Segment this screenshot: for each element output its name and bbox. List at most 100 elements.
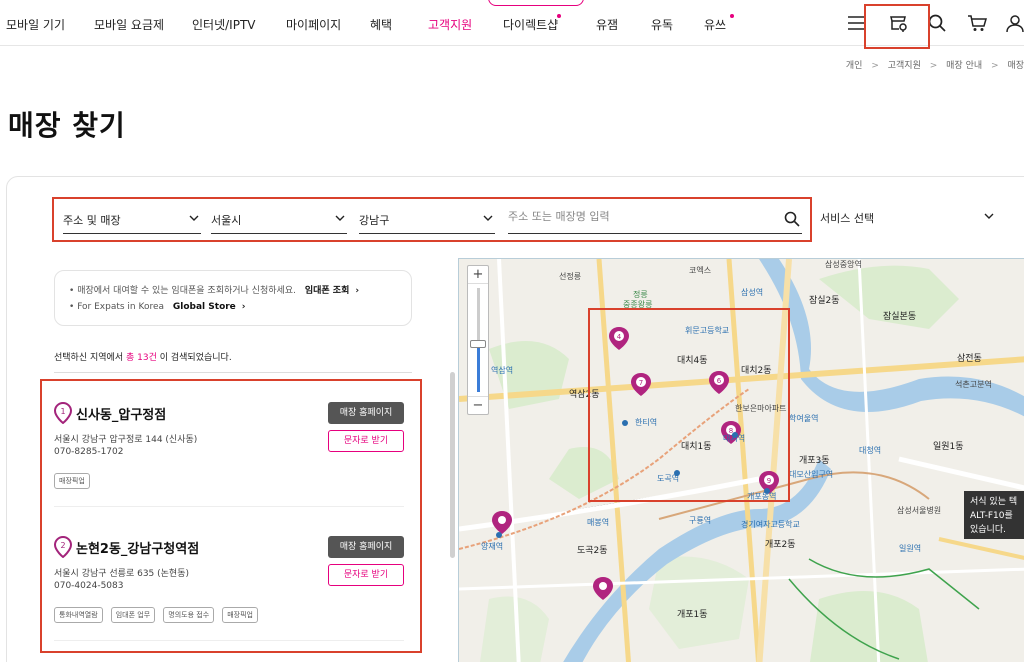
map-label: 개포동역: [747, 492, 777, 501]
top-nav: 모바일 기기 모바일 요금제 인터넷/IPTV 마이페이지 혜택 고객지원 다이…: [0, 0, 1024, 46]
map-label: 삼성서울병원: [897, 506, 942, 515]
nav-item-ujam[interactable]: 유잼: [596, 16, 618, 33]
search-input[interactable]: [508, 210, 778, 223]
svg-text:6: 6: [717, 377, 722, 385]
city-value: 서울시: [211, 214, 242, 227]
nav-item-yousseu[interactable]: 유쓰: [704, 16, 726, 33]
search-icon[interactable]: [784, 211, 800, 227]
zoom-in-button[interactable]: +: [468, 266, 488, 284]
store-name[interactable]: 신사동_압구정점: [76, 404, 166, 423]
map-label: 대치1동: [681, 442, 712, 452]
store-tag: 명의도용 접수: [163, 607, 215, 623]
nav-item-benefits[interactable]: 혜택: [370, 16, 392, 33]
store-address: 서울시 강남구 선릉로 635 (논현동): [54, 569, 190, 579]
map-label: 역삼역: [491, 366, 514, 375]
info-text-expats: For Expats in Korea: [77, 302, 165, 312]
store-homepage-button[interactable]: 매장 홈페이지: [328, 536, 404, 558]
store-homepage-button[interactable]: 매장 홈페이지: [328, 402, 404, 424]
nav-item-internet-iptv[interactable]: 인터넷/IPTV: [192, 16, 255, 33]
page-title: 매장 찾기: [8, 109, 126, 142]
zoom-slider-handle[interactable]: [470, 340, 486, 348]
search-icon[interactable]: [926, 12, 948, 34]
divider: [54, 372, 412, 373]
cart-icon[interactable]: [966, 12, 988, 34]
service-select[interactable]: 서비스 선택: [820, 204, 996, 232]
svg-text:9: 9: [767, 477, 771, 485]
map-label: 매봉역: [587, 518, 610, 527]
svg-text:1: 1: [60, 407, 65, 416]
map-label: 경기여자고등학교: [741, 520, 800, 529]
map-label: 선정릉: [559, 272, 582, 281]
store-icon[interactable]: [887, 12, 909, 34]
svg-text:4: 4: [617, 333, 622, 341]
zoom-out-button[interactable]: −: [468, 396, 488, 414]
category-value: 주소 및 매장: [63, 214, 121, 227]
map-label: 도곡역: [657, 474, 680, 483]
district-select[interactable]: 강남구: [359, 206, 495, 234]
nav-item-direct-shop[interactable]: 다이렉트샵: [503, 16, 558, 33]
chevron-down-icon: [984, 213, 994, 219]
store-address: 서울시 강남구 압구정로 144 (신사동): [54, 435, 198, 445]
nav-item-udok[interactable]: 유독: [651, 16, 673, 33]
map-pin-icon: 1: [54, 402, 72, 424]
promo-pill[interactable]: [488, 0, 584, 6]
send-sms-button[interactable]: 문자로 받기: [328, 430, 404, 452]
map-label: 잠실본동: [883, 312, 917, 322]
result-count-number: 총 13건: [125, 353, 157, 363]
nav-item-mobile-device[interactable]: 모바일 기기: [6, 16, 65, 33]
map-label: 개포3동: [799, 456, 830, 466]
nav-item-mobile-plan[interactable]: 모바일 요금제: [94, 16, 164, 33]
map-label: 대치4동: [677, 356, 708, 366]
chevron-right-icon: ›: [241, 302, 246, 312]
rental-phone-link[interactable]: 임대폰 조회: [305, 286, 350, 296]
search-field: [508, 206, 802, 234]
map-label: 코엑스: [689, 266, 712, 275]
svg-text:7: 7: [639, 379, 643, 387]
info-text-rental: 매장에서 대여할 수 있는 임대폰을 조회하거나 신청하세요.: [77, 286, 296, 296]
map-label: 휘문고등학교: [685, 326, 730, 335]
map-pin-icon: 2: [54, 536, 72, 558]
info-bullet: •: [69, 286, 75, 296]
user-icon[interactable]: [1004, 12, 1024, 34]
breadcrumb-item[interactable]: 매장: [1007, 61, 1024, 71]
chevron-right-icon: ›: [355, 286, 360, 296]
nav-item-support[interactable]: 고객지원: [428, 16, 472, 33]
map-label: 도곡2동: [577, 546, 608, 556]
map-label: 삼성역: [741, 288, 764, 297]
menu-icon[interactable]: [846, 12, 868, 34]
result-count: 선택하신 지역에서 총 13건 이 검색되었습니다.: [54, 353, 232, 363]
chevron-down-icon: [335, 215, 345, 221]
map-label: 한티역: [635, 418, 658, 427]
map-canvas: 4 7 6 8 9: [459, 259, 1024, 662]
map-label: 삼성중앙역: [825, 260, 862, 269]
service-value: 서비스 선택: [820, 212, 875, 225]
map-label: 구룡역: [689, 516, 712, 525]
new-dot: [730, 14, 734, 18]
send-sms-button[interactable]: 문자로 받기: [328, 564, 404, 586]
map-label: 역삼2동: [569, 390, 600, 400]
breadcrumb-item[interactable]: 개인: [846, 61, 863, 71]
map-label: 한보은마아파트: [735, 404, 787, 413]
map-label: 학여울역: [789, 414, 819, 423]
divider: [54, 640, 404, 641]
store-tag: 매장픽업: [222, 607, 258, 623]
store-list-scrollbar[interactable]: [450, 372, 455, 558]
category-select[interactable]: 주소 및 매장: [63, 206, 201, 234]
info-box: • 매장에서 대여할 수 있는 임대폰을 조회하거나 신청하세요. 임대폰 조회…: [54, 270, 412, 326]
divider: [54, 506, 404, 507]
breadcrumb: 개인 > 고객지원 > 매장 안내 > 매장: [845, 61, 1024, 71]
global-store-link[interactable]: Global Store: [173, 302, 236, 312]
store-phone: 070-8285-1702: [54, 447, 124, 457]
breadcrumb-item[interactable]: 매장 안내: [946, 61, 982, 71]
map-label: 대모산입구역: [789, 470, 834, 479]
store-map[interactable]: 4 7 6 8 9 코엑스 삼성역 선정릉 정릉 중종왕릉 휘문고등학교 대치4…: [458, 258, 1024, 662]
breadcrumb-item[interactable]: 고객지원: [888, 61, 921, 71]
district-value: 강남구: [359, 214, 390, 227]
store-tag: 통화내역열람: [54, 607, 103, 623]
map-label: 석촌고분역: [955, 380, 992, 389]
store-phone: 070-4024-5083: [54, 581, 124, 591]
map-label: 대청역: [859, 446, 882, 455]
store-name[interactable]: 논현2동_강남구청역점: [76, 538, 199, 557]
nav-item-mypage[interactable]: 마이페이지: [286, 16, 341, 33]
city-select[interactable]: 서울시: [211, 206, 347, 234]
